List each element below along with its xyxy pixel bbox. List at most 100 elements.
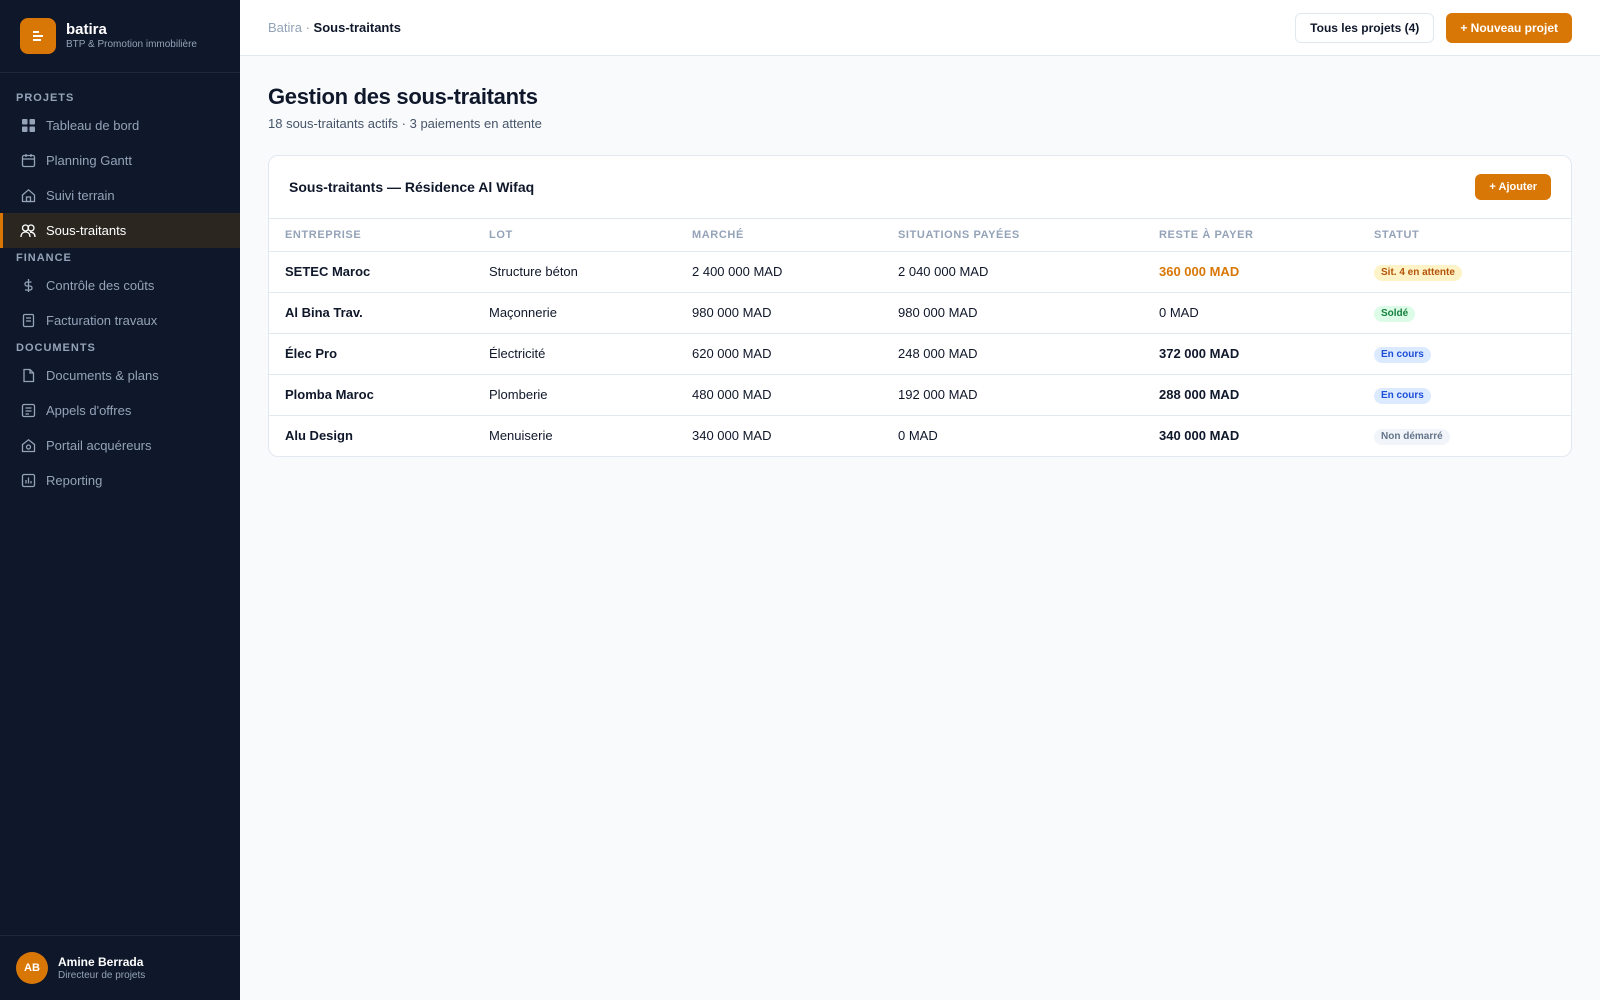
sidebar-item-label: Sous-traitants (46, 223, 127, 238)
dollar-icon (20, 278, 36, 294)
top-bar: Batira · Sous-traitants Tous les projets… (240, 0, 1600, 56)
all-projects-button[interactable]: Tous les projets (4) (1295, 12, 1435, 43)
sidebar-item-sous-traitants[interactable]: Sous-traitants (0, 213, 240, 248)
cell-paid: 980 000 MAD (882, 292, 1143, 334)
column-header-situations-payees[interactable]: SITUATIONS PAYÉES (882, 219, 1143, 252)
cell-remaining: 360 000 MAD (1143, 251, 1358, 293)
section-label-finance: FINANCE (16, 252, 72, 264)
cell-paid: 2 040 000 MAD (882, 251, 1143, 293)
breadcrumb: Batira · Sous-traitants (268, 20, 1295, 35)
user-profile[interactable]: AB Amine Berrada Directeur de projets (0, 935, 240, 1000)
brand[interactable]: batira BTP & Promotion immobilière (0, 0, 240, 73)
doc-list-icon (20, 403, 36, 419)
cell-market: 2 400 000 MAD (676, 251, 882, 293)
cell-market: 340 000 MAD (692, 428, 772, 444)
section-label-projets: PROJETS (16, 92, 75, 104)
cell-remaining: 288 000 MAD (1143, 374, 1358, 416)
status-badge: En cours (1374, 387, 1431, 404)
cell-market: 480 000 MAD (676, 374, 882, 416)
sidebar-item-portail-acquereurs[interactable]: Portail acquéreurs (0, 428, 240, 463)
file-icon (20, 368, 36, 384)
breadcrumb-separator: · (301, 20, 314, 35)
column-header-lot[interactable]: LOT (473, 219, 676, 252)
cell-remaining: 372 000 MAD (1143, 333, 1358, 375)
cell-market: 620 000 MAD (676, 333, 882, 375)
brand-name: batira (66, 21, 107, 38)
cell-company: Élec Pro (269, 333, 473, 375)
brand-subtitle: BTP & Promotion immobilière (66, 39, 197, 50)
cell-company: SETEC Maroc (269, 251, 473, 293)
breadcrumb-root[interactable]: Batira (268, 20, 302, 35)
cell-status: Non démarré (1358, 415, 1571, 456)
sidebar-item-label: Suivi terrain (46, 188, 115, 203)
section-label-documents: DOCUMENTS (16, 342, 96, 354)
column-header-statut[interactable]: STATUT (1358, 219, 1571, 252)
table-row[interactable]: Élec Pro Électricité 620 000 MAD 248 000… (269, 333, 1571, 375)
cell-lot: Électricité (473, 333, 676, 375)
card-title: Sous-traitants — Résidence Al Wifaq (289, 179, 535, 195)
house-key-icon (20, 438, 36, 454)
sidebar-item-label: Documents & plans (46, 368, 159, 383)
cell-paid: 0 MAD (898, 428, 938, 444)
cell-company: Alu Design (285, 428, 353, 444)
table-row[interactable]: Al Bina Trav. Maçonnerie 980 000 MAD 980… (269, 292, 1571, 334)
cell-lot: Maçonnerie (473, 292, 676, 334)
add-subcontractor-button[interactable]: + Ajouter (1475, 174, 1551, 200)
table-row[interactable]: SETEC Maroc Structure béton 2 400 000 MA… (269, 251, 1571, 293)
users-icon (20, 223, 36, 239)
sidebar: batira BTP & Promotion immobilière PROJE… (0, 0, 240, 1000)
avatar: AB (16, 952, 48, 984)
sidebar-item-label: Reporting (46, 473, 103, 488)
sidebar-item-label: Facturation travaux (46, 313, 158, 328)
main-content: Gestion des sous-traitants 18 sous-trait… (268, 56, 1572, 457)
sidebar-item-tableau-de-bord[interactable]: Tableau de bord (0, 108, 240, 143)
invoice-icon (20, 313, 36, 329)
sidebar-item-suivi-terrain[interactable]: Suivi terrain (0, 178, 240, 213)
cell-paid: 192 000 MAD (882, 374, 1143, 416)
grid-icon (20, 118, 36, 134)
status-badge: Sit. 4 en attente (1374, 264, 1462, 281)
cell-company: Al Bina Trav. (269, 292, 473, 334)
cell-status: En cours (1358, 374, 1571, 416)
cell-paid: 248 000 MAD (882, 333, 1143, 375)
page-title: Gestion des sous-traitants (268, 84, 538, 109)
new-project-button[interactable]: + Nouveau projet (1446, 12, 1572, 43)
brand-logo-icon (20, 18, 56, 54)
status-badge: En cours (1374, 346, 1431, 363)
sidebar-item-label: Portail acquéreurs (46, 438, 152, 453)
sidebar-item-documents-plans[interactable]: Documents & plans (0, 358, 240, 393)
cell-market: 980 000 MAD (676, 292, 882, 334)
subcontractors-table: ENTREPRISE LOT MARCHÉ SITUATIONS PAYÉES … (269, 219, 1571, 456)
calendar-icon (20, 153, 36, 169)
cell-lot: Plomberie (473, 374, 676, 416)
cell-status: En cours (1358, 333, 1571, 375)
cell-lot: Structure béton (473, 251, 676, 293)
user-name: Amine Berrada (58, 954, 144, 969)
breadcrumb-current: Sous-traitants (313, 20, 401, 35)
cell-status: Sit. 4 en attente (1358, 251, 1571, 293)
sidebar-item-label: Planning Gantt (46, 153, 133, 168)
table-row[interactable]: Alu Design Menuiserie 340 000 MAD 0 MAD … (269, 415, 1571, 456)
sidebar-item-planning-gantt[interactable]: Planning Gantt (0, 143, 240, 178)
cell-remaining: 0 MAD (1143, 292, 1358, 334)
page-subtitle: 18 sous-traitants actifs · 3 paiements e… (268, 116, 542, 131)
status-badge: Soldé (1374, 305, 1416, 322)
status-badge: Non démarré (1374, 428, 1450, 445)
sidebar-item-controle-des-couts[interactable]: Contrôle des coûts (0, 268, 240, 303)
chart-icon (20, 473, 36, 489)
cell-company: Plomba Maroc (269, 374, 473, 416)
sidebar-item-label: Tableau de bord (46, 118, 140, 133)
sidebar-item-label: Contrôle des coûts (46, 278, 155, 293)
sidebar-item-appels-doffres[interactable]: Appels d'offres (0, 393, 240, 428)
cell-remaining: 340 000 MAD (1159, 428, 1240, 444)
subcontractors-card: Sous-traitants — Résidence Al Wifaq + Aj… (268, 155, 1572, 457)
column-header-entreprise[interactable]: ENTREPRISE (269, 219, 473, 252)
user-role: Directeur de projets (58, 969, 146, 981)
table-row[interactable]: Plomba Maroc Plomberie 480 000 MAD 192 0… (269, 374, 1571, 416)
sidebar-item-label: Appels d'offres (46, 403, 132, 418)
column-header-marche[interactable]: MARCHÉ (676, 219, 882, 252)
sidebar-item-facturation-travaux[interactable]: Facturation travaux (0, 303, 240, 338)
column-header-reste-a-payer[interactable]: RESTE À PAYER (1143, 219, 1358, 252)
sidebar-item-reporting[interactable]: Reporting (0, 463, 240, 498)
table-header-row: ENTREPRISE LOT MARCHÉ SITUATIONS PAYÉES … (269, 219, 1571, 252)
